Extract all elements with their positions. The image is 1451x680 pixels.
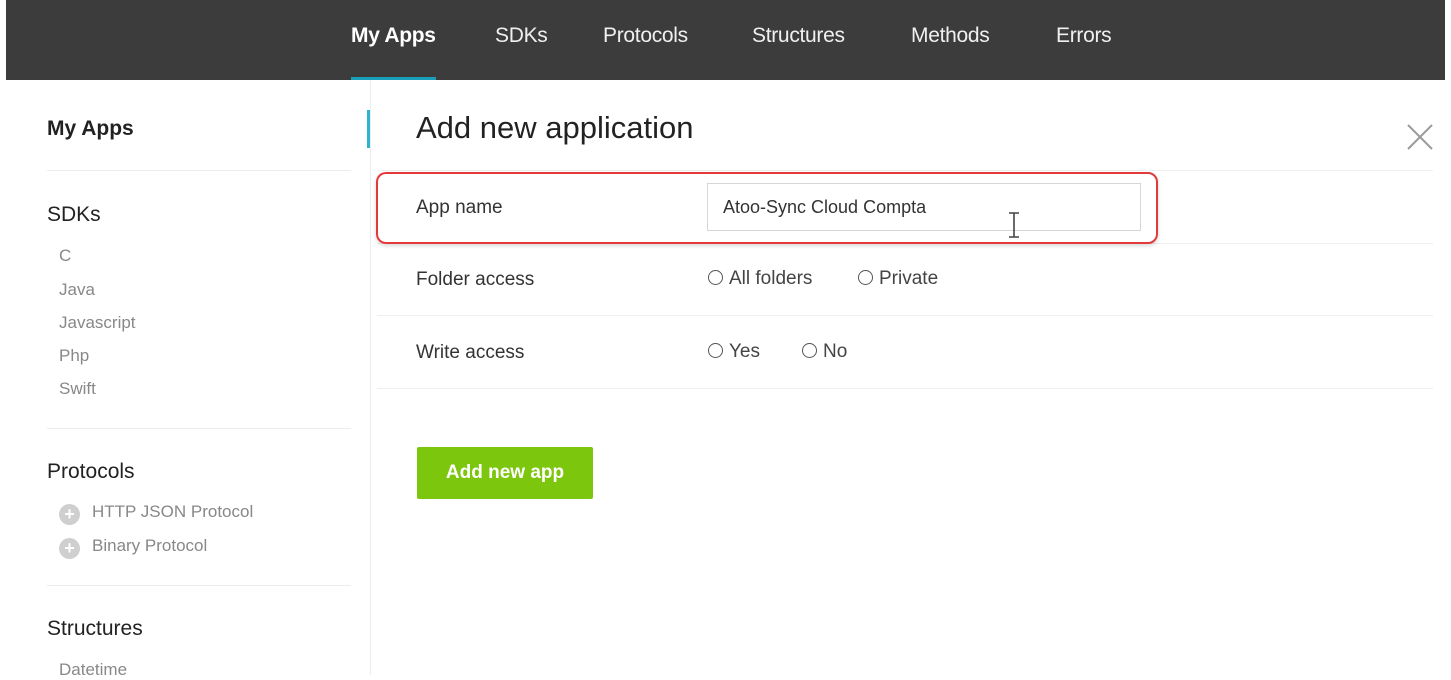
radio-label: All folders (729, 268, 813, 289)
app-name-input[interactable] (707, 183, 1141, 231)
sidebar: My Apps SDKs C Java Javascript Php Swift… (0, 80, 371, 679)
nav-sdks[interactable]: SDKs (495, 22, 548, 80)
radio-label: No (823, 341, 848, 362)
radio-circle-icon (708, 270, 723, 285)
app-name-label: App name (416, 197, 503, 218)
sidebar-sdks-heading[interactable]: SDKs (47, 203, 101, 227)
sidebar-item-label: HTTP JSON Protocol (92, 502, 254, 521)
divider (47, 170, 351, 171)
write-access-label: Write access (416, 342, 525, 363)
page-title: Add new application (416, 110, 694, 145)
divider (377, 388, 1433, 389)
sidebar-item-javascript[interactable]: Javascript (59, 313, 136, 333)
radio-circle-icon (802, 343, 817, 358)
folder-access-label: Folder access (416, 269, 535, 290)
divider (47, 428, 351, 429)
sidebar-item-datetime[interactable]: Datetime (59, 660, 127, 680)
sidebar-protocols-heading[interactable]: Protocols (47, 460, 135, 484)
sidebar-item-binary-protocol[interactable]: + Binary Protocol (59, 536, 207, 559)
plus-icon: + (59, 504, 80, 525)
nav-structures[interactable]: Structures (752, 22, 845, 80)
radio-circle-icon (708, 343, 723, 358)
section-accent-bar (367, 110, 370, 148)
radio-yes[interactable]: Yes (708, 341, 760, 363)
sidebar-item-swift[interactable]: Swift (59, 379, 96, 399)
nav-protocols[interactable]: Protocols (603, 22, 688, 80)
sidebar-structures-heading[interactable]: Structures (47, 617, 143, 641)
nav-errors[interactable]: Errors (1056, 22, 1112, 80)
radio-label: Yes (729, 341, 760, 362)
radio-all-folders[interactable]: All folders (708, 268, 812, 290)
radio-label: Private (879, 268, 939, 289)
top-nav: My Apps SDKs Protocols Structures Method… (6, 0, 1446, 80)
radio-circle-icon (858, 270, 873, 285)
divider (377, 315, 1433, 316)
sidebar-item-label: Binary Protocol (92, 536, 208, 555)
sidebar-item-java[interactable]: Java (59, 280, 95, 300)
sidebar-my-apps[interactable]: My Apps (47, 117, 134, 141)
divider (377, 170, 1433, 171)
add-new-app-button[interactable]: Add new app (417, 447, 593, 499)
divider (47, 585, 351, 586)
close-icon[interactable] (1405, 122, 1435, 152)
page-edge (1445, 0, 1451, 675)
text-cursor-icon (1009, 212, 1019, 238)
sidebar-item-c[interactable]: C (59, 246, 71, 266)
nav-methods[interactable]: Methods (911, 22, 990, 80)
sidebar-item-php[interactable]: Php (59, 346, 89, 366)
sidebar-item-http-json-protocol[interactable]: + HTTP JSON Protocol (59, 502, 253, 525)
nav-my-apps[interactable]: My Apps (351, 22, 436, 80)
plus-icon: + (59, 538, 80, 559)
radio-private[interactable]: Private (858, 268, 938, 290)
radio-no[interactable]: No (802, 341, 847, 363)
